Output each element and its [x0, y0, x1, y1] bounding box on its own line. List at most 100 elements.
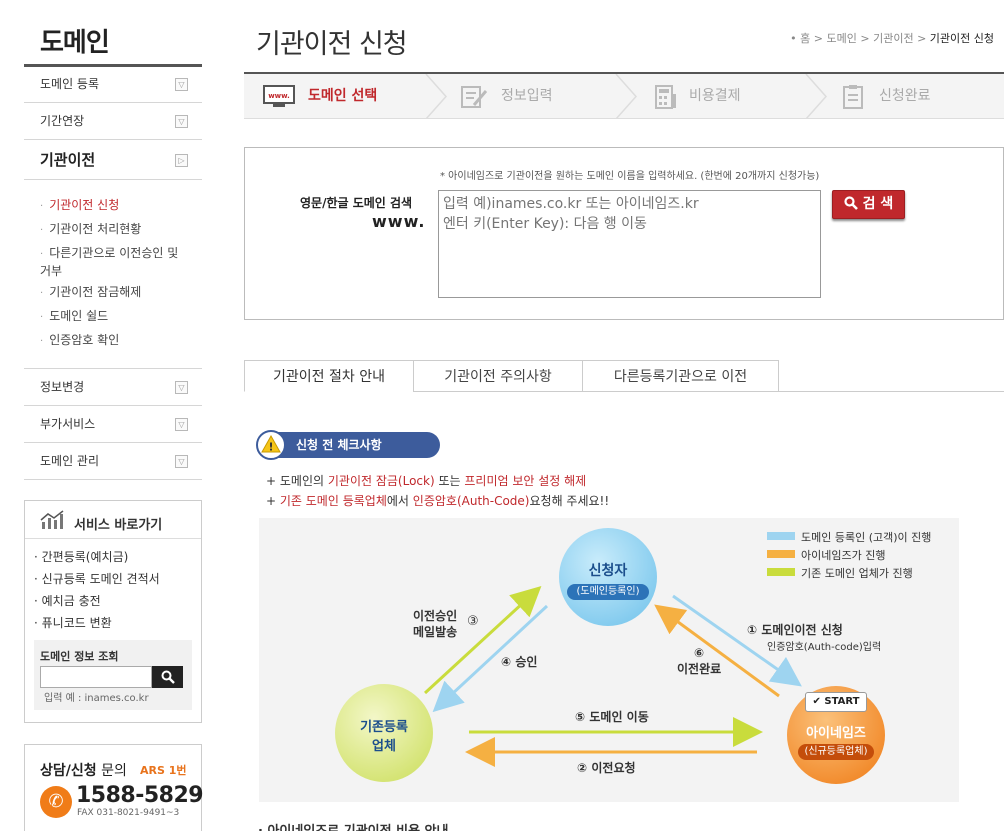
note-highlight: 기관이전 잠금(Lock) — [327, 474, 435, 488]
document-done-icon — [843, 85, 863, 109]
domain-lookup-input[interactable] — [40, 666, 152, 688]
step-indicator: www. 도메인 선택 정보입력 비용결제 신청완료 — [244, 74, 1004, 119]
chevron-right-icon: ▷ — [175, 154, 188, 167]
submenu-label: 인증암호 확인 — [49, 333, 120, 347]
flow-label-1: ① 도메인이전 신청 — [747, 621, 843, 638]
sidebar-item-domain-manage[interactable]: 도메인 관리 ▽ — [24, 443, 202, 480]
page-title: 기관이전 신청 — [256, 29, 408, 60]
submenu-label: 기관이전 처리현황 — [49, 222, 142, 236]
flow-num: ⑥ — [694, 646, 705, 660]
sidebar-item-info-change[interactable]: 정보변경 ▽ — [24, 369, 202, 406]
note-text: + — [266, 494, 280, 508]
submenu-unlock[interactable]: · 기관이전 잠금해제 — [40, 284, 141, 302]
quick-link-label: 간편등록(예치금) — [41, 550, 129, 564]
submenu-approve-reject[interactable]: · 다른기관으로 이전승인 및 거부 — [40, 245, 178, 279]
domain-lookup-button[interactable] — [152, 666, 183, 688]
legend-swatch — [767, 550, 795, 558]
legend-swatch — [767, 568, 795, 576]
domain-search-textarea[interactable] — [438, 190, 821, 298]
step-complete: 신청완료 — [879, 88, 931, 104]
consult-title-rest: 문의 — [96, 763, 127, 779]
consult-ars: ARS 1번 — [140, 764, 187, 777]
svg-text:www.: www. — [268, 92, 290, 100]
flow-label-4: ④ 승인 — [501, 653, 537, 670]
bullet-icon: · — [40, 225, 44, 236]
submenu-transfer-apply[interactable]: · 기관이전 신청 — [40, 197, 119, 215]
flow-text: 도메인 이동 — [589, 710, 649, 724]
sidebar-item-renewal[interactable]: 기간연장 ▽ — [24, 103, 202, 140]
node-old-registrar: 기존등록 업체 — [335, 684, 433, 782]
quick-link[interactable]: · 신규등록 도메인 견적서 — [34, 570, 160, 587]
bullet-icon: • — [790, 32, 801, 45]
sidebar-item-addon[interactable]: 부가서비스 ▽ — [24, 406, 202, 443]
breadcrumb-item[interactable]: 도메인 — [826, 32, 856, 45]
sidebar-item-label: 부가서비스 — [40, 417, 96, 431]
step-arrow-icon — [615, 74, 638, 119]
flow-num: ④ — [501, 655, 512, 669]
search-button[interactable]: 검 색 — [832, 190, 905, 219]
start-badge-label: START — [824, 696, 860, 707]
consult-phone: 1588-5829 — [76, 783, 204, 808]
submenu-transfer-status[interactable]: · 기관이전 처리현황 — [40, 221, 141, 239]
sidebar-item-label: 도메인 등록 — [40, 77, 100, 91]
sidebar-item-label: 기관이전 — [40, 151, 96, 169]
search-button-label: 검 색 — [862, 196, 894, 212]
submenu-label-cont: 거부 — [40, 264, 63, 278]
step-domain-select: 도메인 선택 — [308, 88, 378, 104]
submenu-label: 다른기관으로 이전승인 및 — [49, 246, 179, 260]
breadcrumb: • 홈 > 도메인 > 기관이전 > 기관이전 신청 — [790, 30, 994, 46]
tab-transfer-caution[interactable]: 기관이전 주의사항 — [413, 360, 583, 392]
svg-text:!: ! — [268, 441, 273, 454]
quick-link[interactable]: · 예치금 충전 — [34, 592, 101, 609]
sidebar-item-transfer[interactable]: 기관이전 ▷ — [24, 140, 202, 180]
legend-swatch — [767, 532, 795, 540]
flow-label-6: ⑥ 이전완료 — [677, 646, 721, 677]
domain-lookup-example: 입력 예 : inames.co.kr — [44, 693, 149, 704]
quick-link-label: 퓨니코드 변환 — [41, 616, 112, 630]
node-applicant-name: 신청자 — [588, 563, 628, 579]
breadcrumb-current: 기관이전 신청 — [929, 32, 994, 45]
quick-links-title: 서비스 바로가기 — [74, 518, 163, 533]
tab-transfer-out[interactable]: 다른등록기관으로 이전 — [582, 360, 779, 392]
node-inames-sub: (신규등록업체) — [798, 744, 874, 760]
search-icon — [161, 670, 175, 684]
chevron-down-icon: ▽ — [175, 78, 188, 91]
sidebar-item-label: 정보변경 — [40, 380, 85, 394]
cost-guide-heading: · 아이네임즈로 기관이전 비용 안내 — [258, 820, 448, 831]
phone-icon: ✆ — [40, 786, 72, 818]
flow-label-5: ⑤ 도메인 이동 — [575, 708, 649, 725]
flow-sub-1: 인증암호(Auth-code)입력 — [767, 642, 882, 653]
node-old-name: 기존등록 — [360, 720, 408, 735]
node-inames-name: 아이네임즈 — [806, 726, 866, 741]
flow-text: 도메인이전 신청 — [761, 623, 843, 637]
chart-icon — [40, 510, 64, 529]
chevron-down-icon: ▽ — [175, 418, 188, 431]
www-prefix: www. — [372, 212, 426, 231]
breadcrumb-home[interactable]: 홈 — [800, 32, 810, 45]
check-icon: ✔ — [812, 696, 821, 707]
note-text: 요청해 주세요!! — [529, 494, 610, 508]
submenu-domain-shield[interactable]: · 도메인 쉴드 — [40, 308, 108, 326]
submenu-auth-check[interactable]: · 인증암호 확인 — [40, 332, 119, 350]
chevron-right-icon: > — [813, 32, 827, 45]
note-highlight: 프리미엄 보안 설정 해제 — [464, 474, 587, 488]
domain-lookup-label: 도메인 정보 조회 — [40, 650, 119, 663]
quick-link[interactable]: · 퓨니코드 변환 — [34, 614, 112, 631]
quick-link-label: 예치금 충전 — [41, 594, 101, 608]
quick-links-divider — [25, 538, 201, 539]
step-arrow-icon — [805, 74, 828, 119]
legend-label: 도메인 등록인 (고객)이 진행 — [801, 531, 932, 544]
flow-num-3: ③ — [467, 614, 479, 629]
sidebar-item-domain-register[interactable]: 도메인 등록 ▽ — [24, 66, 202, 103]
node-old-name2: 업체 — [372, 739, 396, 754]
tab-transfer-guide[interactable]: 기관이전 절차 안내 — [244, 360, 414, 392]
breadcrumb-item[interactable]: 기관이전 — [873, 32, 913, 45]
quick-link[interactable]: · 간편등록(예치금) — [34, 548, 128, 565]
flow-arrow-3 — [423, 585, 542, 695]
check-note: + 기존 도메인 등록업체에서 인증암호(Auth-Code)요청해 주세요!! — [266, 492, 609, 509]
step-arrow-icon — [425, 74, 448, 119]
flow-label-2: ② 이전요청 — [577, 759, 636, 776]
flow-text: 이전승인 — [413, 609, 458, 623]
step-payment: 비용결제 — [689, 88, 741, 104]
flow-text: 이전완료 — [677, 662, 722, 676]
